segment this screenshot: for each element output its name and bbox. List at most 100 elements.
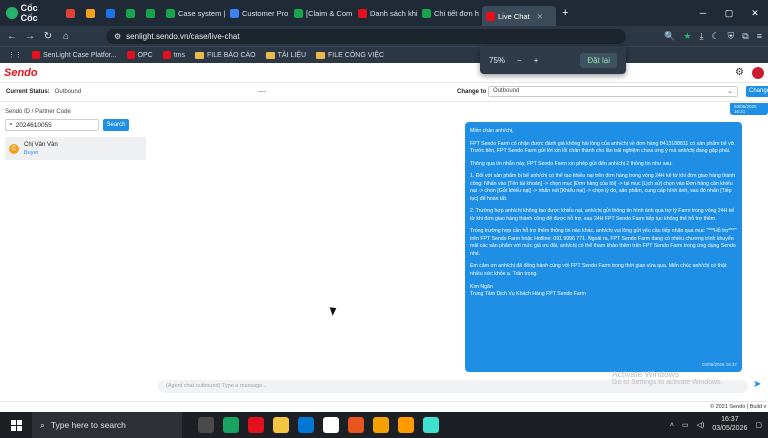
tab-label: Live Chat [498,11,530,21]
taskbar-app-icon[interactable] [348,417,364,433]
network-icon[interactable]: ▭ [682,421,689,429]
browser-tab[interactable]: [Claim & Com [290,0,354,26]
change-to-label: Change to [457,89,487,95]
taskbar-app-icon[interactable] [323,417,339,433]
tray-chevron-icon[interactable]: ˄ [670,422,674,429]
contact-role-tag: Buyer [24,149,39,156]
settings-gear-icon[interactable]: ⚙ [735,67,744,78]
zoom-popup: 75% − + Đặt lại [480,46,626,74]
message-text: Miền chào anh/chị, FPT Sendo Farm có nhận… [470,128,737,299]
taskbar-app-icon[interactable] [198,417,214,433]
browser-brand-label: Cốc Cốc [20,3,38,23]
taskbar-search[interactable]: ⌕ Type here to search [32,412,182,438]
change-status-select[interactable]: Outbound ⌄ [488,86,738,97]
volume-icon[interactable]: ◁) [697,421,705,429]
send-icon[interactable]: ➤ [753,379,765,391]
search-value: 2024610055 [15,121,52,129]
contact-list-item[interactable]: C Chị Vân Vân Buyer [5,137,146,160]
new-tab-icon[interactable]: + [556,7,574,19]
maximize-icon[interactable]: ▢ [716,0,742,26]
browser-tab-bar: Cốc Cốc Case system | Customer Pro [Claim … [0,0,768,26]
bookmark-favicon-icon [162,51,171,59]
shield-icon[interactable]: ⛨ [728,31,735,42]
search-icon: ⌕ [9,121,13,128]
menu-icon[interactable]: ≡ [757,31,762,42]
reload-icon[interactable]: ↻ [42,31,54,42]
download-icon[interactable]: ⤓ [699,31,703,42]
clock[interactable]: 16:37 03/05/2026 [712,416,747,434]
back-icon[interactable]: ← [6,31,18,42]
tab-favicon-icon [422,8,431,18]
taskbar-app-icon[interactable] [223,417,239,433]
outgoing-message-bubble: Miền chào anh/chị, FPT Sendo Farm có nhận… [465,122,742,372]
browser-tab[interactable]: Customer Pro [226,0,290,26]
message-paragraph: 1. Đối với sản phẩm bị bể anh/chị có thể… [470,173,736,202]
site-info-icon[interactable]: ⚙ [114,32,121,41]
forward-icon[interactable]: → [24,31,36,42]
browser-tab[interactable]: Chi tiết đơn h [418,0,482,26]
bookmark-star-icon[interactable]: ★ [683,31,691,42]
zoom-icon[interactable]: 🔍 [664,31,675,42]
apps-grid-icon[interactable]: ⋮⋮ [8,51,22,59]
change-status-button[interactable]: Change [746,86,768,97]
windows-logo-icon [10,419,22,431]
bookmark-list: SenLight Case Platfor... OPC tms FILE BÁO C… [32,51,384,59]
tab-favicon-icon [86,8,95,18]
tab-favicon-icon [146,8,155,18]
notification-icon[interactable]: ▢ [755,421,762,429]
bookmark-label: FILE BÁO CÁO [207,51,256,59]
taskbar-app-icon[interactable] [273,417,289,433]
bookmark-item[interactable]: OPC [126,51,153,59]
url-text: senlight.sendo.vn/case/live-chat [126,31,240,41]
tab-favicon-icon [126,8,135,18]
taskbar-app-icon[interactable] [423,417,439,433]
bookmark-item[interactable]: FILE CÔNG VIỆC [316,51,384,59]
sendo-page: Sendo ⚙ Current Status: Outbound ---- Ch… [0,63,768,412]
taskbar-app-icon[interactable] [373,417,389,433]
bookmark-item[interactable]: tms [162,51,185,59]
clock-time: 16:37 [721,416,739,424]
bookmark-item[interactable]: TÀI LIỆU [265,51,306,59]
home-icon[interactable]: ⌂ [60,31,72,42]
sendo-id-input[interactable]: ⌕ 2024610055 [5,119,99,131]
search-button[interactable]: Search [103,119,129,131]
browser-brand[interactable]: Cốc Cốc [0,3,62,23]
dark-mode-icon[interactable]: ☾ [711,31,719,42]
zoom-in-icon[interactable]: + [534,56,539,65]
taskbar-app-icon[interactable] [398,417,414,433]
bookmark-favicon-icon [126,51,135,59]
chat-area: 03/05/2026 16:21 Miền chào anh/chị, FPT S… [150,103,768,403]
taskbar-app-icon[interactable] [248,417,264,433]
browser-tab[interactable] [62,0,82,26]
browser-tab[interactable]: Danh sách khi [354,0,418,26]
tab-favicon-icon [166,8,175,18]
browser-tab[interactable]: Case system | [162,0,226,26]
zoom-reset-button[interactable]: Đặt lại [580,52,617,68]
bookmark-item[interactable]: FILE BÁO CÁO [195,51,256,59]
zoom-out-icon[interactable]: − [517,56,522,65]
minimize-icon[interactable]: ─ [690,0,716,26]
tab-favicon-icon [106,8,115,18]
tab-favicon-icon [358,8,367,18]
avatar[interactable] [752,66,764,79]
taskbar-app-icon[interactable] [298,417,314,433]
url-field[interactable]: ⚙ senlight.sendo.vn/case/live-chat [106,28,626,44]
browser-tab[interactable] [122,0,142,26]
browser-tab[interactable]: Live Chat ✕ [482,6,556,26]
extension-icon[interactable]: ⧉ [742,31,748,42]
sendo-logo[interactable]: Sendo [4,67,38,79]
browser-tab[interactable] [82,0,102,26]
browser-tab[interactable] [142,0,162,26]
bookmark-item[interactable]: SenLight Case Platfor... [32,51,117,59]
close-window-icon[interactable]: ✕ [742,0,768,26]
browser-tab[interactable] [102,0,122,26]
activate-windows-watermark: Activate Windows Go to Settings to activ… [612,369,723,388]
message-paragraph: Trong trường hợp cần hỗ trợ thêm thông t… [470,228,737,257]
start-button[interactable] [0,419,32,431]
footer-text: © 2021 Sendo | Build v [710,404,767,410]
close-tab-icon[interactable]: ✕ [537,12,543,21]
bookmark-label: OPC [137,51,153,59]
contact-avatar: C [9,143,19,154]
clock-date: 03/05/2026 [712,425,748,432]
contact-name: Chị Vân Vân [24,141,58,148]
